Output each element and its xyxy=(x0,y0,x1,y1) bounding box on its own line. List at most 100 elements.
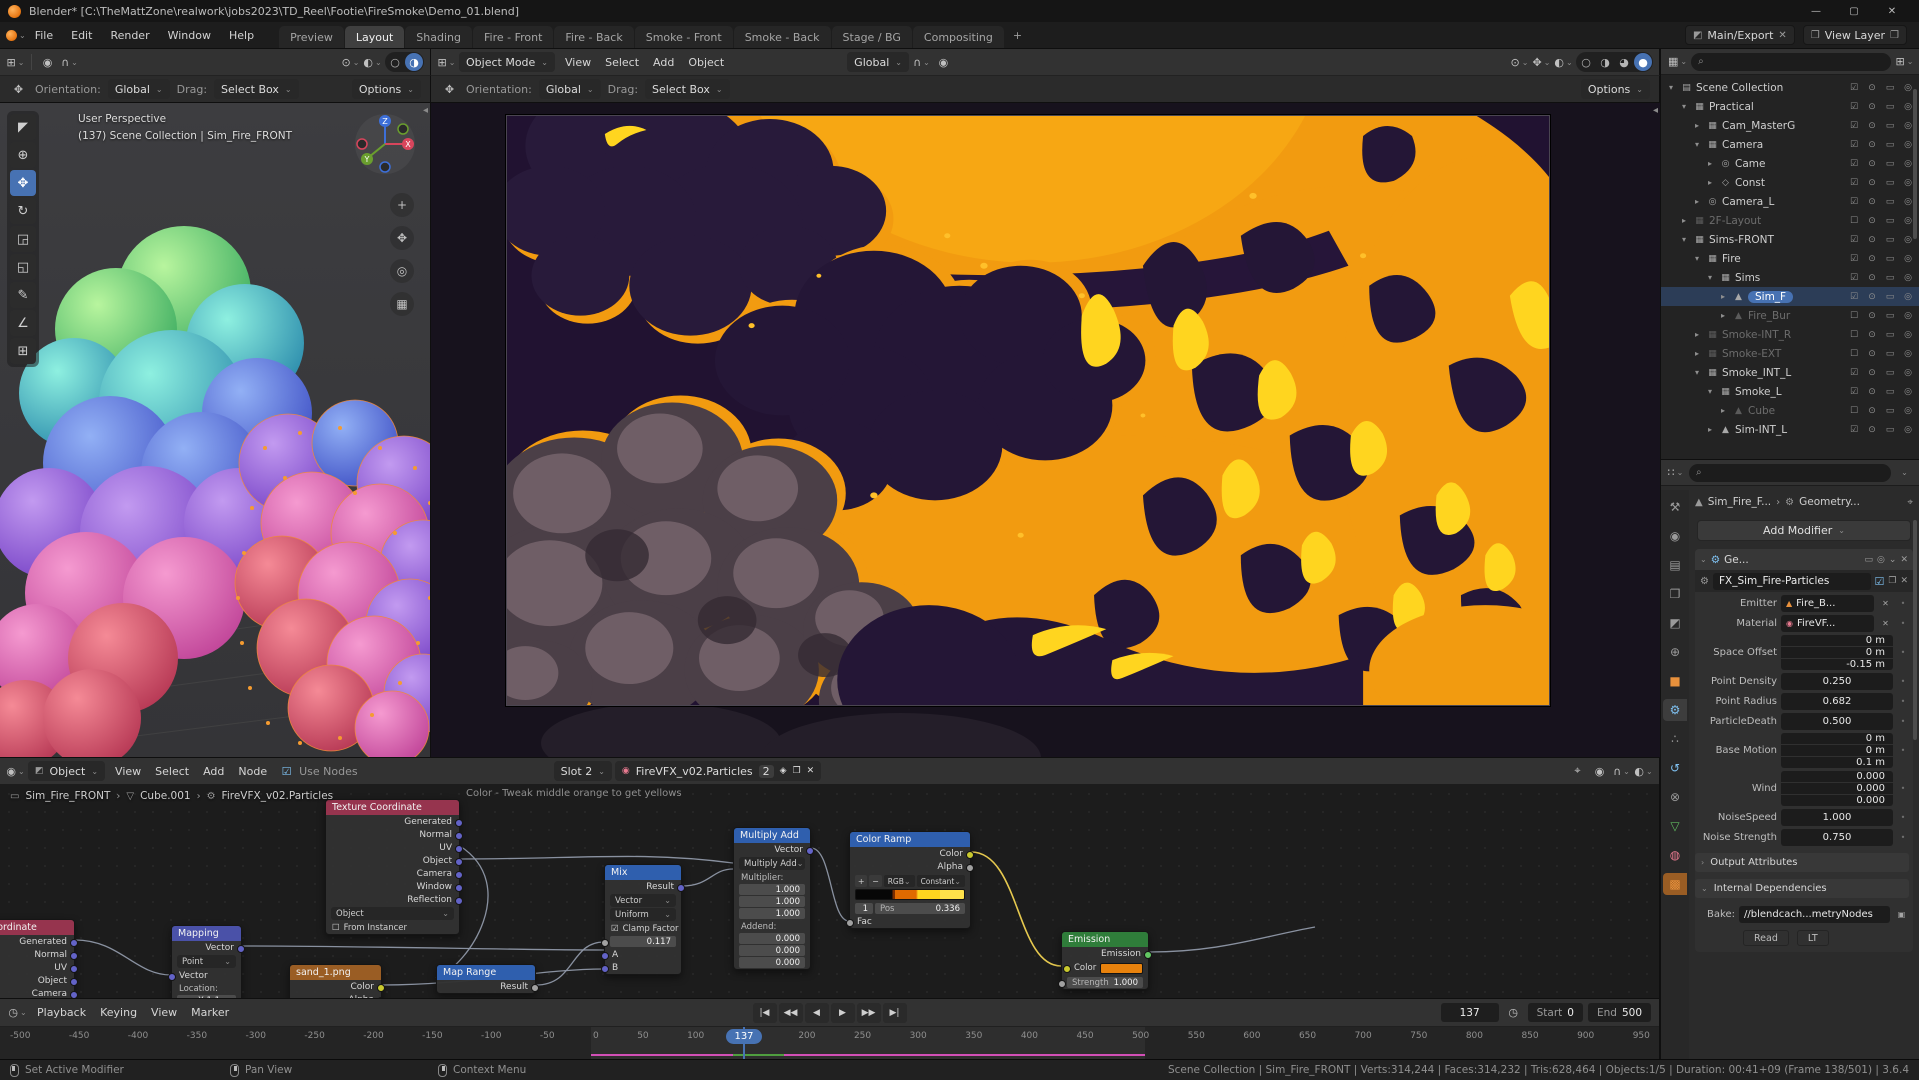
outliner-item[interactable]: ▸ ▦ Smoke-EXT ☐ ⊙ ▭ ◎ xyxy=(1661,344,1919,363)
input-attribute-toggle-icon[interactable]: • xyxy=(1897,697,1909,706)
space-offset-x-field[interactable]: 0 m xyxy=(1781,635,1893,646)
disable-render-icon[interactable]: ◎ xyxy=(1901,273,1915,283)
disable-viewport-icon[interactable]: ▭ xyxy=(1883,159,1897,169)
node-header[interactable]: sand_1.png xyxy=(290,965,381,980)
stop-index-field[interactable]: 1 xyxy=(855,903,873,914)
new-nodetree-icon[interactable]: ❐ xyxy=(1888,576,1896,586)
options-dropdown[interactable]: Options⌄ xyxy=(352,79,421,99)
disable-render-icon[interactable]: ◎ xyxy=(1901,368,1915,378)
hide-eye-icon[interactable]: ⊙ xyxy=(1865,311,1879,321)
hide-eye-icon[interactable]: ⊙ xyxy=(1865,140,1879,150)
visibility-toggle-icon[interactable]: ⊙⌄ xyxy=(341,52,360,72)
disclosure-triangle-icon[interactable]: ▸ xyxy=(1704,425,1716,434)
breadcrumb-item[interactable]: Sim_Fire_FRONT xyxy=(25,790,110,802)
properties-tab[interactable]: ⊗ xyxy=(1663,786,1687,808)
breadcrumb-item[interactable]: Cube.001 xyxy=(140,790,191,802)
current-frame-field[interactable]: 137 xyxy=(1441,1003,1499,1022)
pan-hand-icon[interactable]: ✥ xyxy=(390,226,414,250)
disable-viewport-icon[interactable]: ▭ xyxy=(1883,102,1897,112)
properties-tab[interactable]: ◉ xyxy=(1663,525,1687,547)
viewport-menu[interactable]: View xyxy=(558,52,598,72)
addend-y-field[interactable]: 0.000 xyxy=(739,945,805,956)
visibility-toggle-icon[interactable]: ⊙⌄ xyxy=(1510,52,1529,72)
viewport-3d-left[interactable]: ◤⊕✥↻◲◱✎∠⊞ User Perspective (137) Scene C… xyxy=(0,103,431,757)
timeline-menu[interactable]: Playback xyxy=(30,1003,93,1023)
snap-magnet-icon[interactable]: ∩⌄ xyxy=(60,52,79,72)
base-motion-y-field[interactable]: 0 m xyxy=(1781,745,1893,756)
base-motion-x-field[interactable]: 0 m xyxy=(1781,733,1893,744)
outliner-item[interactable]: ▾ ▦ Fire ☑ ⊙ ▭ ◎ xyxy=(1661,249,1919,268)
gizmos-toggle-icon[interactable]: ✥⌄ xyxy=(1532,52,1551,72)
remove-stop-button[interactable]: − xyxy=(869,875,881,887)
overlays-toggle-icon[interactable]: ◐⌄ xyxy=(1554,52,1573,72)
node-header[interactable]: Color Ramp xyxy=(850,832,970,847)
viewport-tool-button[interactable]: ◤ xyxy=(10,114,36,140)
disable-viewport-icon[interactable]: ▭ xyxy=(1883,425,1897,435)
selectable-checkbox[interactable]: ☐ xyxy=(1847,311,1861,321)
editor-type-button[interactable]: ▦⌄ xyxy=(1666,52,1687,72)
noise-strength-field[interactable]: 0.750 xyxy=(1781,829,1893,846)
viewport-tool-button[interactable]: ⊕ xyxy=(10,142,36,168)
unlink-icon[interactable]: ✕ xyxy=(1900,576,1908,586)
outliner-item[interactable]: ▸ ▲ Sim_F ☑ ⊙ ▭ ◎ xyxy=(1661,287,1919,306)
disable-render-icon[interactable]: ◎ xyxy=(1901,330,1915,340)
workspace-tab[interactable]: Fire - Front xyxy=(473,26,553,49)
disclosure-triangle-icon[interactable]: ▸ xyxy=(1704,178,1716,187)
workspace-tab[interactable]: Stage / BG xyxy=(832,26,912,49)
outliner-item[interactable]: ▸ ◎ Came ☑ ⊙ ▭ ◎ xyxy=(1661,154,1919,173)
wind-x-field[interactable]: 0.000 xyxy=(1781,771,1893,782)
properties-tab[interactable]: ∴ xyxy=(1663,728,1687,750)
timeline-menu[interactable]: View xyxy=(144,1003,184,1023)
selectable-checkbox[interactable]: ☑ xyxy=(1847,425,1861,435)
close-icon[interactable]: ✕ xyxy=(1900,555,1908,565)
selectable-checkbox[interactable]: ☐ xyxy=(1847,216,1861,226)
view-layer-selector[interactable]: ❐ View Layer ❐ xyxy=(1803,25,1907,45)
input-attribute-toggle-icon[interactable]: • xyxy=(1897,619,1909,628)
input-attribute-toggle-icon[interactable]: • xyxy=(1897,813,1909,822)
wind-z-field[interactable]: 0.000 xyxy=(1781,795,1893,806)
workspace-tab[interactable]: Compositing xyxy=(913,26,1004,49)
output-attributes-section[interactable]: › Output Attributes xyxy=(1695,853,1909,872)
addend-x-field[interactable]: 0.000 xyxy=(739,933,805,944)
modifier-enable-checkbox[interactable]: ☑ xyxy=(1875,575,1885,588)
node-header[interactable]: Texture Coordinate xyxy=(0,920,74,935)
transport-button[interactable]: ▶| xyxy=(883,1003,907,1023)
transport-button[interactable]: ▶ xyxy=(831,1003,855,1023)
timeline-menu[interactable]: Marker xyxy=(184,1003,236,1023)
breadcrumb-data[interactable]: Geometry... xyxy=(1799,496,1860,508)
disclosure-triangle-icon[interactable]: ▾ xyxy=(1678,235,1690,244)
clamp-factor-checkbox[interactable]: ☑Clamp Factor xyxy=(605,922,681,935)
grid-ortho-icon[interactable]: ▦ xyxy=(390,292,414,316)
collapse-region-icon[interactable]: ◂ xyxy=(423,105,428,116)
editor-type-button[interactable]: ◷⌄ xyxy=(8,1003,27,1023)
disable-render-icon[interactable]: ◎ xyxy=(1901,349,1915,359)
workspace-tab[interactable]: Smoke - Front xyxy=(635,26,733,49)
viewport-menu[interactable]: Add xyxy=(646,52,681,72)
node-preview-icon[interactable]: ◉ xyxy=(1590,761,1609,781)
viewport-tool-button[interactable]: ✎ xyxy=(10,282,36,308)
new-material-icon[interactable]: ❐ xyxy=(793,766,801,776)
extras-menu-icon[interactable]: ⌄ xyxy=(1889,555,1897,565)
properties-tab[interactable]: ⚙ xyxy=(1663,699,1687,721)
hide-eye-icon[interactable]: ⊙ xyxy=(1865,178,1879,188)
workspace-tab[interactable]: Fire - Back xyxy=(554,26,633,49)
transport-button[interactable]: ◀◀ xyxy=(779,1003,803,1023)
disable-render-icon[interactable]: ◎ xyxy=(1901,311,1915,321)
overlays-toggle-icon[interactable]: ◐⌄ xyxy=(1634,761,1653,781)
topbar-menu[interactable]: Render xyxy=(101,25,158,46)
hide-eye-icon[interactable]: ⊙ xyxy=(1865,330,1879,340)
disable-viewport-icon[interactable]: ▭ xyxy=(1883,406,1897,416)
transform-orientation-dropdown[interactable]: Global⌄ xyxy=(847,52,909,72)
selectable-checkbox[interactable]: ☑ xyxy=(1847,254,1861,264)
disable-render-icon[interactable]: ◎ xyxy=(1901,292,1915,302)
disable-viewport-icon[interactable]: ▭ xyxy=(1883,330,1897,340)
node-emission[interactable]: Emission Emission Color Strength 1.000 xyxy=(1061,931,1149,990)
node-header[interactable]: Multiply Add xyxy=(734,828,810,843)
properties-scrollbar[interactable] xyxy=(1913,520,1917,740)
space-offset-y-field[interactable]: 0 m xyxy=(1781,647,1893,658)
hide-eye-icon[interactable]: ⊙ xyxy=(1865,197,1879,207)
clear-material-icon[interactable]: ✕ xyxy=(1878,615,1893,632)
node-canvas[interactable]: ▭ Sim_Fire_FRONT › ▽ Cube.001 › ⚙ FireVF… xyxy=(0,785,1660,998)
disclosure-triangle-icon[interactable]: ▸ xyxy=(1691,349,1703,358)
emitter-object-field[interactable]: ▲ Fire_B... xyxy=(1781,595,1874,612)
